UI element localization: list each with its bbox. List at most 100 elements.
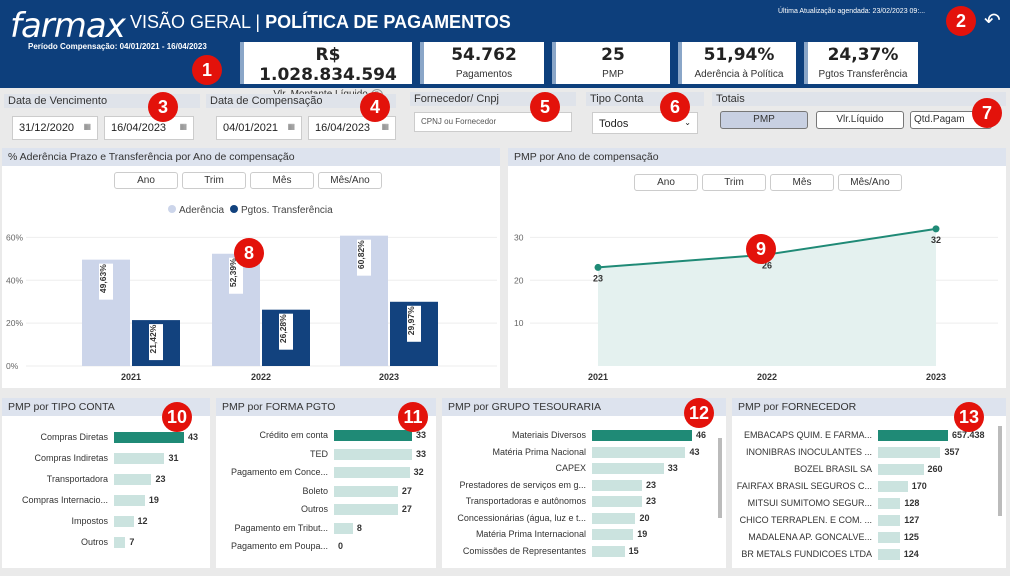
x-tick-label: 2023: [379, 372, 399, 382]
legend-marker: [168, 205, 176, 213]
legend-marker: [230, 205, 238, 213]
mes-button[interactable]: Mês: [770, 174, 834, 191]
venc-from-input[interactable]: 31/12/2020 ▦: [12, 116, 98, 140]
bar[interactable]: [592, 446, 686, 458]
bar[interactable]: [114, 432, 184, 443]
data-label: 170: [911, 481, 927, 491]
bar[interactable]: [592, 430, 692, 441]
badge-8: 8: [234, 238, 264, 268]
category-label: Matéria Prima Nacional: [492, 446, 586, 457]
bar[interactable]: [334, 467, 410, 478]
calendar-icon: ▦: [287, 122, 295, 131]
y-tick-label: 40%: [6, 275, 23, 285]
data-label: 20: [639, 512, 650, 523]
bar[interactable]: [592, 496, 642, 507]
data-point: [594, 263, 602, 271]
bar[interactable]: [114, 453, 165, 464]
bar[interactable]: [334, 448, 412, 460]
data-label: 127: [904, 515, 920, 525]
bar[interactable]: [878, 464, 924, 475]
category-label: Pagamento em Conce...: [230, 467, 328, 477]
bar[interactable]: [592, 479, 642, 491]
bar[interactable]: [592, 512, 636, 524]
bar[interactable]: [878, 549, 900, 560]
category-label: INONIBRAS INOCULANTES ...: [745, 447, 872, 457]
totais-pmp-button[interactable]: PMP: [720, 111, 808, 129]
data-label: 357: [944, 447, 960, 457]
comp-from-input[interactable]: 04/01/2021 ▦: [216, 116, 302, 140]
bar[interactable]: [878, 498, 901, 509]
data-point: [932, 225, 940, 233]
bar[interactable]: [592, 545, 625, 557]
category-label: Transportadora: [46, 474, 108, 484]
category-label: Concessionárias (água, luz e t...: [457, 512, 586, 523]
data-label: 49,63%: [98, 264, 108, 293]
bar[interactable]: [592, 529, 634, 540]
period-label: Período Compensação: 04/01/2021 - 16/04/…: [28, 42, 207, 51]
venc-to-input[interactable]: 16/04/2023 ▦: [104, 116, 194, 140]
bar[interactable]: [878, 447, 941, 458]
badge-10: 10: [162, 402, 192, 432]
badge-1: 1: [192, 55, 222, 85]
bar[interactable]: [878, 430, 948, 441]
y-tick-label: 10: [514, 318, 524, 328]
bar[interactable]: [334, 504, 398, 515]
bar[interactable]: [114, 474, 152, 485]
mes-ano-button[interactable]: Mês/Ano: [838, 174, 902, 191]
category-label: Pagamento em Tribut...: [234, 522, 328, 533]
x-tick-label: 2023: [926, 372, 946, 382]
ano-button[interactable]: Ano: [114, 172, 178, 189]
scrollbar[interactable]: [998, 426, 1002, 516]
data-label: 27: [401, 485, 412, 496]
bar[interactable]: [878, 515, 901, 526]
category-label: Compras Diretas: [40, 432, 108, 442]
bar[interactable]: [334, 430, 412, 441]
bar[interactable]: [114, 537, 126, 548]
bar[interactable]: [878, 532, 900, 543]
data-label: 7: [129, 537, 135, 547]
badge-3: 3: [148, 92, 178, 122]
bar[interactable]: [334, 522, 353, 534]
data-label: 8: [356, 522, 362, 533]
back-arrow-icon[interactable]: ↶: [984, 8, 1001, 33]
category-label: Pagamento em Poupa...: [230, 541, 328, 551]
y-tick-label: 0%: [6, 361, 19, 371]
x-tick-label: 2021: [588, 372, 608, 382]
scrollbar[interactable]: [718, 438, 722, 518]
data-label: 32: [931, 235, 941, 245]
x-tick-label: 2021: [121, 372, 141, 382]
ano-button[interactable]: Ano: [634, 174, 698, 191]
grupo-tesouraria-panel: PMP por GRUPO TESOURARIA Materiais Divers…: [442, 398, 726, 568]
mes-ano-button[interactable]: Mês/Ano: [318, 172, 382, 189]
totais-vlr-button[interactable]: Vlr.Líquido: [816, 111, 904, 129]
data-label: 43: [188, 432, 199, 442]
data-label: 19: [637, 529, 648, 539]
badge-13: 13: [954, 402, 984, 432]
category-label: Matéria Prima Internacional: [475, 529, 586, 539]
legend-label: Pgtos. Transferência: [241, 205, 333, 216]
badge-11: 11: [398, 402, 428, 432]
mes-button[interactable]: Mês: [250, 172, 314, 189]
category-label: Outros: [80, 537, 108, 547]
category-label: Outros: [300, 504, 328, 514]
category-label: Transportadoras e autônomos: [465, 496, 586, 506]
kpi-pagamentos: 54.762 Pagamentos: [420, 42, 544, 84]
category-label: MADALENA AP. GONCALVE...: [748, 532, 872, 542]
pmp-ano-title: PMP por Ano de compensação: [508, 148, 1006, 166]
data-label: 21,42%: [148, 324, 158, 353]
bar[interactable]: [878, 481, 908, 492]
data-label: 33: [416, 430, 427, 440]
calendar-icon: ▦: [83, 122, 91, 131]
data-label: 27: [401, 504, 412, 514]
category-label: Crédito em conta: [259, 430, 328, 440]
bar[interactable]: [592, 463, 664, 474]
trim-button[interactable]: Trim: [182, 172, 246, 189]
trim-button[interactable]: Trim: [702, 174, 766, 191]
bar[interactable]: [114, 495, 145, 506]
bar[interactable]: [114, 516, 134, 527]
kpi-montante: R$ 1.028.834.594Vlr. Montante Líquido ?: [240, 42, 412, 101]
bar[interactable]: [334, 485, 398, 497]
last-update-label: Última Atualização agendada: 23/02/2023 …: [778, 8, 926, 15]
category-label: MITSUI SUMITOMO SEGUR...: [747, 498, 872, 508]
category-label: CHICO TERRAPLEN. E COM. ...: [739, 515, 872, 525]
